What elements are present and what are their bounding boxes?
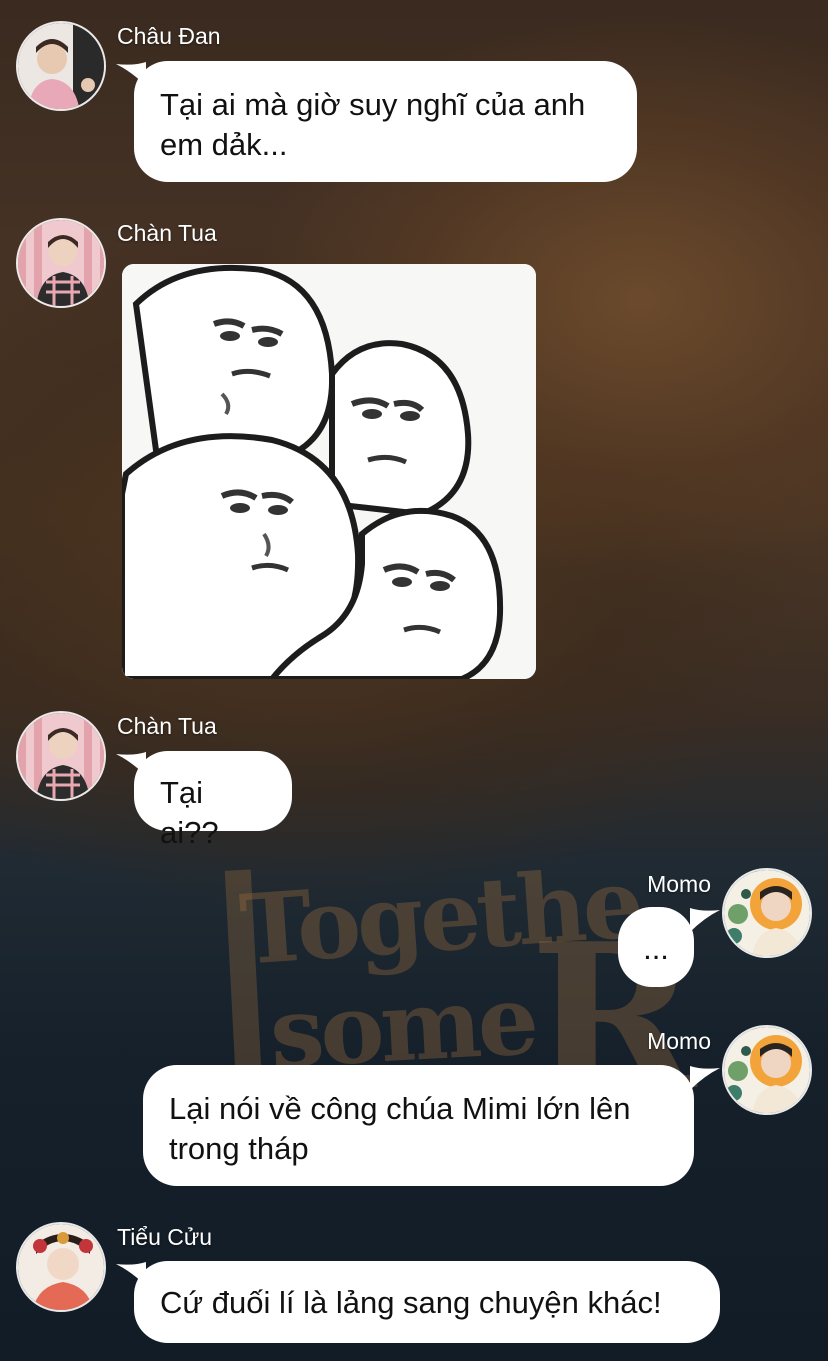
avatar-momo[interactable] xyxy=(722,868,812,958)
message-text: Tại ai mà giờ suy nghĩ của anh em dảk... xyxy=(160,87,586,162)
avatar-chan-tua[interactable] xyxy=(16,218,106,308)
message-bubble[interactable]: Tại ai mà giờ suy nghĩ của anh em dảk... xyxy=(134,61,637,182)
avatar-tieu-cuu[interactable] xyxy=(16,1222,106,1312)
bubble-tail xyxy=(690,1066,720,1090)
image-message[interactable] xyxy=(122,264,536,679)
sender-name: Châu Đan xyxy=(117,23,221,49)
message-bubble[interactable]: Tại ai?? xyxy=(134,751,292,850)
avatar-image xyxy=(18,713,104,799)
message-text: ... xyxy=(643,931,669,966)
message-text: Tại ai?? xyxy=(160,775,219,850)
sender-name: Chàn Tua xyxy=(117,713,217,739)
avatar-image xyxy=(18,23,104,109)
avatar-image xyxy=(18,1224,104,1310)
avatar-image xyxy=(18,220,104,306)
sender-name: Momo xyxy=(647,1028,711,1054)
message-text: Lại nói về công chúa Mimi lớn lên trong … xyxy=(169,1091,631,1166)
avatar-image xyxy=(724,870,810,956)
sender-name: Chàn Tua xyxy=(117,220,217,246)
message-bubble[interactable]: Lại nói về công chúa Mimi lớn lên trong … xyxy=(143,1065,694,1186)
meme-faces-image xyxy=(122,264,536,679)
bubble-tail xyxy=(690,908,720,932)
message-bubble[interactable]: ... xyxy=(618,907,694,987)
avatar-chau-dan[interactable] xyxy=(16,21,106,111)
sender-name: Momo xyxy=(647,871,711,897)
sender-name: Tiểu Cửu xyxy=(117,1224,213,1250)
avatar-image xyxy=(724,1027,810,1113)
avatar-momo[interactable] xyxy=(722,1025,812,1115)
avatar-chan-tua[interactable] xyxy=(16,711,106,801)
message-text: Cứ đuối lí là lảng sang chuyện khác! xyxy=(160,1285,662,1320)
message-bubble[interactable]: Cứ đuối lí là lảng sang chuyện khác! xyxy=(134,1261,720,1343)
